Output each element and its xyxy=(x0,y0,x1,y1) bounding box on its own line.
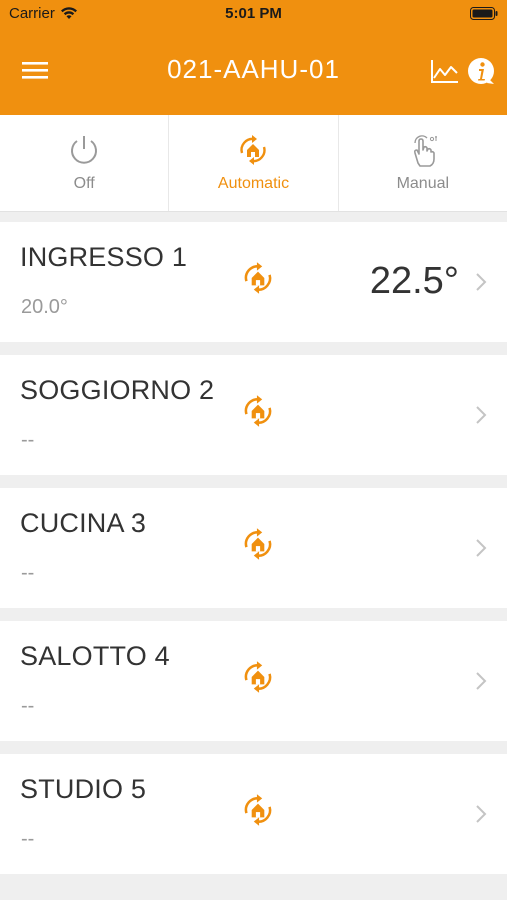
hand-touch-icon xyxy=(413,135,437,167)
info-icon[interactable] xyxy=(467,57,495,85)
auto-mode-icon xyxy=(244,528,272,560)
zone-setpoint: -- xyxy=(21,429,35,451)
mode-automatic-label: Automatic xyxy=(217,175,290,192)
zone-row-cucina-3[interactable]: CUCINA 3 -- xyxy=(0,488,507,608)
zone-name: STUDIO 5 xyxy=(20,774,147,804)
mode-off-button[interactable]: Off xyxy=(0,115,170,211)
zone-name: INGRESSO 1 xyxy=(20,242,188,272)
battery-icon xyxy=(470,7,498,20)
zone-row-salotto-4[interactable]: SALOTTO 4 -- xyxy=(0,621,507,741)
auto-mode-icon xyxy=(244,395,272,427)
chevron-right-icon xyxy=(476,672,487,690)
chart-icon[interactable] xyxy=(430,58,460,84)
zone-row-studio-5[interactable]: STUDIO 5 -- xyxy=(0,754,507,874)
mode-manual-label: Manual xyxy=(396,175,450,192)
zone-setpoint: -- xyxy=(21,828,35,850)
chevron-right-icon xyxy=(476,805,487,823)
auto-mode-icon xyxy=(244,262,272,294)
zone-setpoint: 20.0° xyxy=(21,296,68,318)
mode-selector: Off Automatic Manual xyxy=(0,115,507,212)
zone-name: SALOTTO 4 xyxy=(20,641,170,671)
zone-row-ingresso-1[interactable]: INGRESSO 1 20.0° 22.5° xyxy=(0,222,507,342)
zone-setpoint: -- xyxy=(21,695,35,717)
mode-off-label: Off xyxy=(73,175,95,192)
chevron-right-icon xyxy=(476,539,487,557)
nav-bar: 021-AAHU-01 xyxy=(0,28,507,115)
auto-mode-icon xyxy=(240,135,267,165)
chevron-right-icon xyxy=(476,273,487,291)
zone-name: SOGGIORNO 2 xyxy=(20,375,215,405)
power-icon xyxy=(71,136,98,164)
zone-row-soggiorno-2[interactable]: SOGGIORNO 2 -- xyxy=(0,355,507,475)
mode-automatic-button[interactable]: Automatic xyxy=(169,115,339,211)
zone-name: CUCINA 3 xyxy=(20,508,147,538)
auto-mode-icon xyxy=(244,794,272,826)
zone-temperature: 22.5° xyxy=(369,260,459,302)
chevron-right-icon xyxy=(476,406,487,424)
status-time: 5:01 PM xyxy=(225,5,282,22)
mode-manual-button[interactable]: Manual xyxy=(339,115,507,211)
top-bar: Carrier 5:01 PM 021-AAHU-01 xyxy=(0,0,507,115)
status-bar: Carrier 5:01 PM xyxy=(0,0,507,28)
zone-setpoint: -- xyxy=(21,562,35,584)
auto-mode-icon xyxy=(244,661,272,693)
